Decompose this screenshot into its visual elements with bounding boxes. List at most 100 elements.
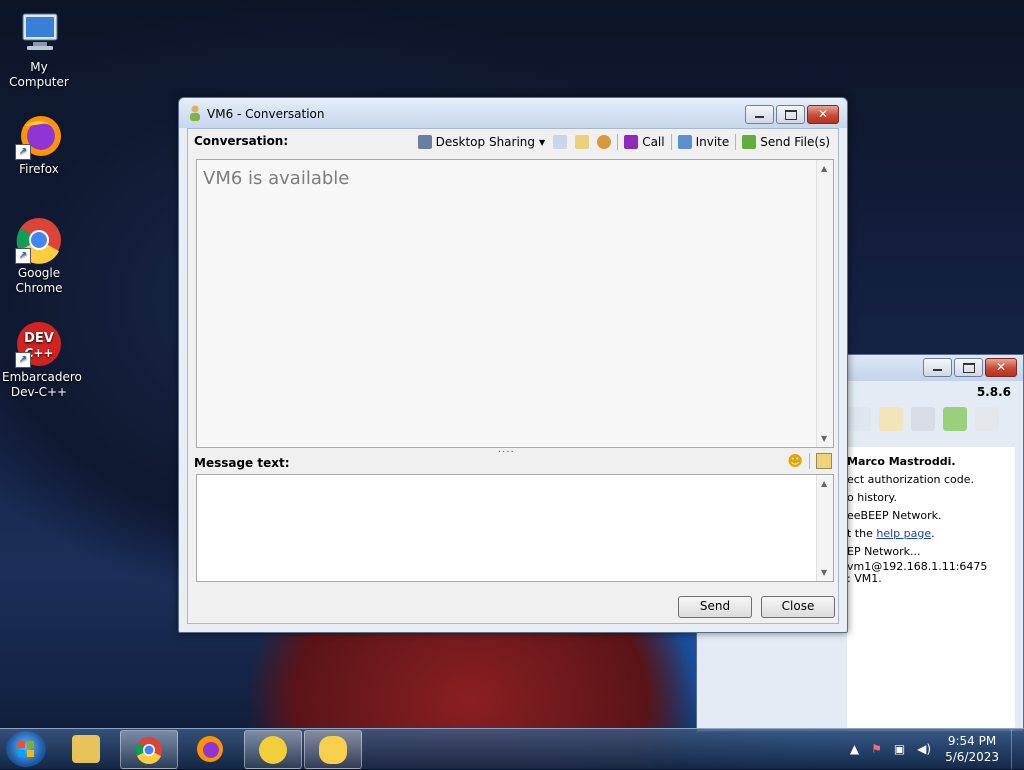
taskbar-firefox[interactable] (182, 730, 238, 767)
scroll-down-icon[interactable]: ▼ (821, 568, 827, 577)
cookie-button[interactable] (593, 135, 615, 149)
toolbar-separator (735, 134, 737, 150)
bg-close-button[interactable]: ✕ (985, 358, 1017, 377)
svg-text:DEV: DEV (24, 331, 54, 346)
conversation-toolbar: Desktop Sharing ▼ Call Invite Send File(… (414, 131, 834, 153)
desktop-icon-my-computer[interactable]: My Computer (2, 10, 76, 90)
desktop-icon-chrome[interactable]: ↗ Google Chrome (2, 216, 76, 296)
emoticon-icon[interactable]: ☻ (787, 452, 803, 470)
invite-users-icon (677, 135, 692, 149)
minimize-button[interactable] (745, 105, 774, 124)
message-tools: ☻ (787, 452, 832, 470)
chat-bubble-icon (319, 736, 347, 764)
invite-button[interactable]: Invite (674, 135, 734, 149)
scroll-up-icon[interactable]: ▲ (821, 164, 827, 173)
computer-icon (15, 10, 63, 58)
volume-icon[interactable]: ◀) (917, 742, 931, 756)
desktop-icon-label: Google Chrome (15, 266, 63, 295)
trash-icon[interactable] (975, 407, 999, 431)
action-center-icon[interactable]: ⚑ (871, 742, 882, 756)
log-line: o history. (847, 491, 897, 504)
devcpp-icon: DEV C++ ↗ (15, 320, 63, 368)
save-chat-icon (575, 135, 590, 149)
window-client: Conversation: Desktop Sharing ▼ Call Inv… (187, 128, 839, 624)
taskbar-explorer[interactable] (58, 730, 114, 767)
chat-status-text: VM6 is available (203, 168, 350, 189)
desktop-icon-devcpp[interactable]: DEV C++ ↗ Embarcadero Dev-C++ (2, 320, 82, 400)
shortcut-arrow-icon: ↗ (15, 144, 31, 160)
bg-minimize-button[interactable] (923, 358, 952, 377)
firefox-icon: ↗ (15, 112, 63, 160)
splitter-handle[interactable]: .... (498, 445, 514, 455)
user-icon (189, 105, 201, 121)
desktop-icon-firefox[interactable]: ↗ Firefox (2, 112, 76, 177)
call-label: Call (642, 135, 665, 149)
log-line-suffix: . (931, 527, 935, 540)
save-chat-button[interactable] (571, 135, 593, 149)
log-line: eeBEEP Network. (847, 509, 942, 522)
bg-toolbar (847, 407, 1007, 431)
desktop-icon-label: Embarcadero Dev-C++ (2, 370, 82, 399)
network-icon[interactable]: ▣ (894, 742, 905, 756)
taskbar-conversation[interactable] (304, 730, 362, 769)
send-files-label: Send File(s) (760, 135, 830, 149)
desktop-sharing-button[interactable]: Desktop Sharing ▼ (414, 135, 550, 149)
conversation-window[interactable]: VM6 - Conversation ✕ Conversation: Deskt… (178, 97, 848, 633)
log-line: Marco Mastroddi. (847, 455, 956, 468)
message-label: Message text: (194, 456, 290, 470)
send-file-icon (742, 135, 757, 149)
call-button[interactable]: Call (620, 135, 668, 149)
conversation-label: Conversation: (194, 134, 289, 148)
clock[interactable]: 9:54 PM 5/6/2023 (945, 733, 999, 765)
tools-icon[interactable] (911, 407, 935, 431)
message-input[interactable]: ▲ ▼ (196, 474, 834, 582)
desktop-sharing-label: Desktop Sharing (435, 135, 536, 149)
cookie-icon (597, 135, 612, 149)
scroll-up-icon[interactable]: ▲ (821, 479, 827, 488)
edit-message-icon[interactable] (816, 453, 832, 469)
log-line: : VM1. (847, 573, 882, 585)
options-icon[interactable] (847, 407, 871, 431)
bg-maximize-button[interactable] (954, 358, 983, 377)
toolbar-separator (670, 134, 672, 150)
folder-icon (72, 735, 100, 763)
chrome-icon (135, 736, 163, 764)
shortcut-arrow-icon: ↗ (15, 248, 31, 264)
desktop-icon-label: Firefox (19, 162, 59, 176)
close-button[interactable]: Close (761, 596, 835, 618)
log-line: EP Network... (847, 545, 921, 558)
chrome-icon: ↗ (15, 216, 63, 264)
maximize-button[interactable] (776, 105, 805, 124)
help-page-link[interactable]: help page (876, 527, 931, 540)
log-line-help: t the help page. (847, 525, 1015, 543)
log-line: ect authorization code. (847, 473, 975, 486)
invite-label: Invite (695, 135, 730, 149)
toolbar-separator (809, 453, 810, 469)
send-button[interactable]: Send (678, 596, 752, 618)
system-tray: ▲ ⚑ ▣ ◀) 9:54 PM 5/6/2023 (844, 729, 1024, 769)
titlebar[interactable]: VM6 - Conversation ✕ (179, 98, 847, 128)
show-hidden-icons-icon[interactable]: ▲ (850, 742, 859, 756)
log-line: vm1@192.168.1.11:6475 (847, 561, 988, 573)
start-button[interactable] (6, 731, 46, 767)
chat-history-area[interactable]: VM6 is available ▲ ▼ (196, 159, 834, 448)
show-desktop-button[interactable] (1011, 729, 1024, 769)
scroll-down-icon[interactable]: ▼ (821, 434, 827, 443)
desktop-icon-label: My Computer (9, 60, 69, 89)
system-log: Marco Mastroddi. ect authorization code.… (847, 447, 1015, 731)
update-icon[interactable] (943, 407, 967, 431)
video-call-icon (624, 135, 639, 149)
shortcut-arrow-icon: ↗ (15, 352, 31, 368)
history-icon (553, 135, 568, 149)
clock-time: 9:54 PM (947, 734, 997, 748)
version-label: 5.8.6 (976, 385, 1011, 399)
send-files-button[interactable]: Send File(s) (738, 135, 834, 149)
bg-window-controls: ✕ (921, 358, 1017, 377)
close-window-button[interactable]: ✕ (807, 105, 839, 124)
message-scrollbar[interactable]: ▲ ▼ (816, 475, 833, 581)
chat-scrollbar[interactable]: ▲ ▼ (816, 160, 833, 447)
taskbar-beebeep[interactable] (244, 730, 302, 769)
taskbar-chrome[interactable] (120, 730, 178, 769)
history-button[interactable] (549, 135, 571, 149)
edit-status-icon[interactable] (879, 407, 903, 431)
